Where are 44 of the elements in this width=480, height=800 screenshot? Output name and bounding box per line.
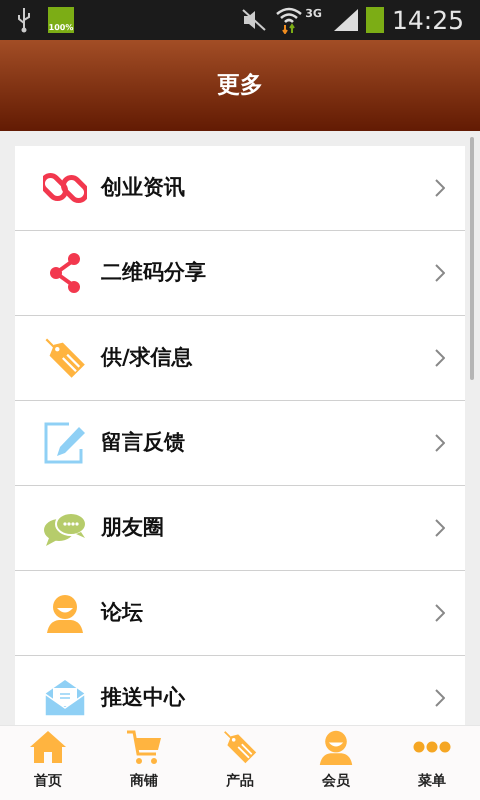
menu-item-label: 留言反馈 bbox=[101, 429, 186, 456]
share-icon bbox=[48, 251, 82, 295]
chevron-right-icon bbox=[435, 604, 445, 622]
menu-item[interactable]: 二维码分享 bbox=[15, 231, 465, 316]
menu-item[interactable]: 朋友圈 bbox=[15, 486, 465, 571]
tab-button[interactable]: 产品 bbox=[192, 726, 288, 800]
smiling-person-icon bbox=[45, 593, 85, 633]
menu-item-label: 推送中心 bbox=[101, 684, 186, 712]
chevron-right-icon bbox=[435, 689, 445, 707]
price-tag-icon bbox=[222, 729, 258, 765]
battery-full-icon bbox=[366, 7, 384, 33]
chevron-right-icon bbox=[435, 179, 445, 197]
menu-item-label: 论坛 bbox=[101, 599, 144, 626]
chevron-right-icon bbox=[435, 519, 445, 537]
signal-icon bbox=[334, 9, 358, 31]
tab-button[interactable]: 商铺 bbox=[96, 726, 192, 800]
edit-note-icon bbox=[43, 421, 87, 465]
menu-item[interactable]: 论坛 bbox=[15, 571, 465, 656]
menu-item-label: 二维码分享 bbox=[101, 259, 207, 286]
network-type: 3G bbox=[305, 6, 322, 22]
menu-item-label: 供/求信息 bbox=[101, 344, 194, 372]
clock: 14:25 bbox=[392, 8, 464, 32]
muted-speaker-icon bbox=[241, 8, 268, 32]
menu-item[interactable]: 创业资讯 bbox=[15, 146, 465, 231]
chevron-right-icon bbox=[435, 434, 445, 452]
shopping-cart-icon bbox=[126, 730, 162, 764]
price-tag-icon bbox=[43, 336, 87, 380]
tab-button[interactable]: 会员 bbox=[288, 726, 384, 800]
menu-item-label: 朋友圈 bbox=[101, 514, 165, 542]
tab-button[interactable]: 菜单 bbox=[384, 726, 480, 800]
menu-item[interactable]: 留言反馈 bbox=[15, 401, 465, 486]
open-envelope-icon bbox=[43, 678, 87, 718]
tab-button[interactable]: 首页 bbox=[0, 726, 96, 800]
page-title: 更多 bbox=[217, 71, 263, 100]
menu-item-label: 创业资讯 bbox=[101, 174, 186, 202]
usb-icon bbox=[16, 7, 32, 33]
chevron-right-icon bbox=[435, 264, 445, 282]
wifi-icon bbox=[275, 6, 304, 34]
smiling-person-icon bbox=[318, 729, 354, 765]
menu-item[interactable]: 供/求信息 bbox=[15, 316, 465, 401]
more-dots-icon bbox=[413, 740, 451, 754]
home-icon bbox=[29, 730, 67, 764]
battery-percent: 100% bbox=[48, 24, 74, 32]
chevron-right-icon bbox=[435, 349, 445, 367]
